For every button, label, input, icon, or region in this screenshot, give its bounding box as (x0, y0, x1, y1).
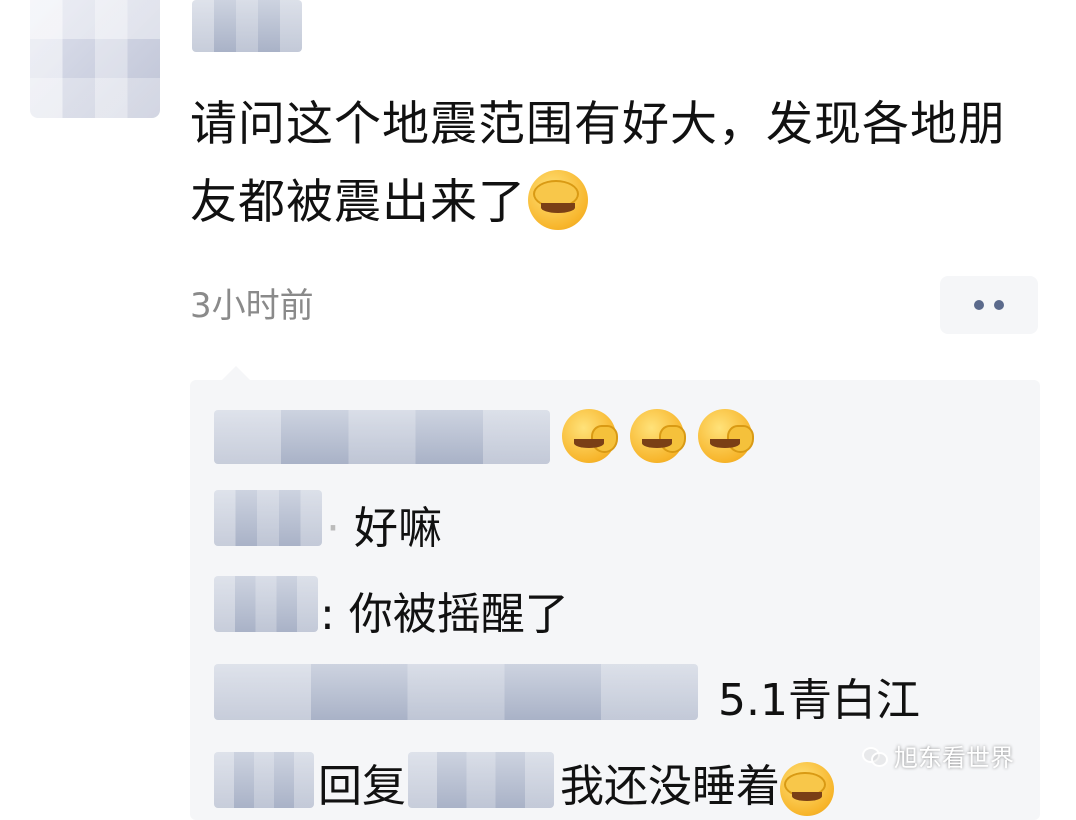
post-body: 请问这个地震范围有好大，发现各地朋友都被震出来了 (190, 97, 1006, 230)
commenter-name-blurred[interactable] (214, 752, 314, 808)
comment-text[interactable]: · 好嘛 (326, 492, 442, 556)
comment-text[interactable]: : 你被摇醒了 (320, 578, 569, 642)
commenter-name-blurred[interactable] (214, 664, 698, 720)
more-button[interactable] (940, 276, 1038, 334)
likes-emojis (562, 408, 766, 463)
comment-text[interactable]: 我还没睡着 (560, 750, 834, 816)
username-blurred[interactable] (192, 0, 302, 52)
facepalm-crying-emoji-icon (528, 169, 588, 230)
reply-label: 回复 (318, 761, 406, 812)
watermark: 旭东看世界 (862, 738, 1014, 773)
comment-text[interactable]: 5.1青白江 (718, 664, 920, 728)
commenter-name-blurred[interactable] (214, 490, 322, 546)
comment-colon: · (326, 503, 340, 554)
post-timestamp: 3小时前 (190, 286, 314, 326)
more-dot-icon (994, 300, 1004, 310)
hand-over-mouth-emoji-icon (698, 409, 755, 463)
wechat-icon (862, 745, 888, 767)
avatar[interactable] (30, 0, 160, 118)
commenter-name-blurred[interactable] (214, 576, 318, 632)
panel-caret (222, 366, 250, 380)
hand-over-mouth-emoji-icon (630, 409, 687, 463)
watermark-text: 旭东看世界 (894, 744, 1014, 772)
post-text: 请问这个地震范围有好大，发现各地朋友都被震出来了 (190, 86, 1010, 242)
hand-over-mouth-emoji-icon (562, 409, 619, 463)
more-dot-icon (974, 300, 984, 310)
likes-names-blurred[interactable] (214, 410, 550, 464)
reply-target-name-blurred[interactable] (408, 752, 554, 808)
